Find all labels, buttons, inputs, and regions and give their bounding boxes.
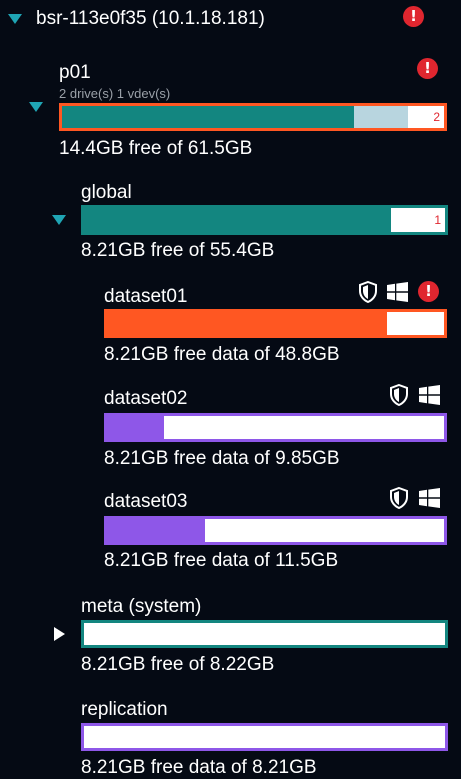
- pool-details: 2 drive(s) 1 vdev(s): [59, 86, 171, 101]
- replication-name: replication: [81, 699, 168, 720]
- dataset01-usage-text: 8.21GB free data of 48.8GB: [104, 344, 340, 365]
- replication-usage-bar[interactable]: [81, 723, 448, 751]
- meta-collapse-icon[interactable]: [54, 627, 65, 641]
- global-name: global: [81, 182, 132, 203]
- shield-icon: [389, 384, 409, 406]
- meta-usage-text: 8.21GB free of 8.22GB: [81, 654, 275, 675]
- pool-reserved-fill: [354, 106, 408, 128]
- dataset03-name: dataset03: [104, 491, 188, 512]
- dataset03-used-fill: [107, 519, 205, 542]
- server-name: bsr-113e0f35 (10.1.18.181): [36, 8, 265, 29]
- pool-name: p01: [59, 62, 91, 83]
- meta-name: meta (system): [81, 596, 202, 617]
- pool-used-fill: [62, 106, 355, 128]
- shield-icon: [358, 281, 378, 303]
- pool-alert-icon[interactable]: !: [417, 58, 438, 79]
- dataset02-name: dataset02: [104, 388, 188, 409]
- dataset01-used-fill: [107, 312, 387, 335]
- windows-icon: [419, 488, 440, 508]
- replication-usage-text: 8.21GB free data of 8.21GB: [81, 757, 317, 778]
- dataset01-name: dataset01: [104, 286, 188, 307]
- pool-usage-text: 14.4GB free of 61.5GB: [59, 138, 253, 159]
- global-expand-icon[interactable]: [52, 215, 66, 225]
- server-alert-icon[interactable]: !: [403, 6, 424, 27]
- dataset03-usage-text: 8.21GB free data of 11.5GB: [104, 550, 339, 571]
- pool-alert-count: 2: [433, 110, 440, 124]
- global-alert-count: 1: [434, 213, 441, 227]
- global-usage-bar[interactable]: 1: [81, 205, 448, 235]
- dataset03-usage-bar[interactable]: [104, 516, 447, 545]
- windows-icon: [419, 385, 440, 405]
- global-usage-text: 8.21GB free of 55.4GB: [81, 240, 275, 261]
- dataset01-alert-icon[interactable]: !: [418, 281, 439, 302]
- pool-expand-icon[interactable]: [29, 102, 43, 112]
- shield-icon: [389, 487, 409, 509]
- dataset02-usage-bar[interactable]: [104, 413, 447, 442]
- server-expand-icon[interactable]: [8, 14, 22, 24]
- windows-icon: [387, 282, 408, 302]
- pool-usage-bar[interactable]: 2: [59, 103, 447, 131]
- global-used-fill: [84, 208, 391, 232]
- dataset02-usage-text: 8.21GB free data of 9.85GB: [104, 448, 340, 469]
- dataset02-used-fill: [107, 416, 165, 439]
- meta-usage-bar[interactable]: [81, 620, 448, 648]
- dataset01-usage-bar[interactable]: [104, 309, 447, 338]
